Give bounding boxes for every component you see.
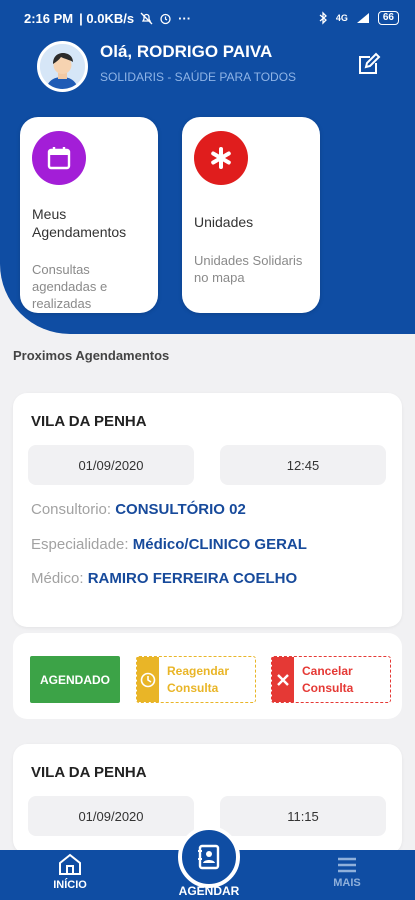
bluetooth-icon <box>319 11 327 25</box>
cancel-appointment-button[interactable]: Cancelar Consulta <box>271 656 391 703</box>
nav-more[interactable]: MAIS <box>326 856 368 889</box>
appointment-unit: VILA DA PENHA <box>31 413 147 430</box>
status-more: ··· <box>178 10 192 26</box>
clock-icon <box>137 657 159 702</box>
scheduled-status-button[interactable]: AGENDADO <box>30 656 120 703</box>
card-units[interactable]: Unidades Unidades Solidaris no mapa <box>182 117 320 313</box>
nav-home[interactable]: INÍCIO <box>48 852 92 891</box>
cancel-label-line2: Consulta <box>302 680 354 695</box>
nav-more-label: MAIS <box>333 877 361 889</box>
card-description: Unidades Solidaris no mapa <box>194 253 303 285</box>
calendar-icon <box>32 131 86 185</box>
battery-icon: 66 <box>377 11 399 25</box>
nav-schedule-label[interactable]: AGENDAR <box>168 884 250 898</box>
status-time: 2:16 PM <box>24 10 74 26</box>
contact-book-icon <box>198 844 220 870</box>
nav-schedule-button[interactable] <box>178 826 240 888</box>
card-my-appointments[interactable]: Meus Agendamentos Consultas agendadas e … <box>20 117 158 313</box>
alarm-icon <box>160 13 171 24</box>
appointment-time: 12:45 <box>220 445 386 485</box>
status-bar: 2:16 PM | 0.0KB/s ··· 4G 66 <box>0 0 415 36</box>
edit-icon[interactable] <box>355 52 381 78</box>
reschedule-label-line2: Consulta <box>167 680 219 695</box>
network-label: 4G <box>335 13 348 23</box>
specialty-value: Médico/CLINICO GERAL <box>132 536 307 553</box>
card-title: Unidades <box>194 214 254 230</box>
appointment-date: 01/09/2020 <box>28 796 194 836</box>
appointment-time: 11:15 <box>220 796 386 836</box>
greeting-title: Olá, RODRIGO PAIVA <box>100 42 273 61</box>
office-value: CONSULTÓRIO 02 <box>115 501 246 518</box>
home-icon <box>59 853 81 875</box>
nav-home-label: INÍCIO <box>53 879 87 891</box>
app-subtitle: SOLIDARIS - SAÚDE PARA TODOS <box>100 70 297 84</box>
cancel-label-line1: Cancelar <box>302 663 353 678</box>
menu-icon <box>338 857 356 873</box>
doctor-field: Médico: RAMIRO FERREIRA COELHO <box>31 570 298 587</box>
card-description: Consultas agendadas e realizadas <box>32 262 108 311</box>
asterisk-icon <box>194 131 248 185</box>
appointment-card[interactable]: VILA DA PENHA 01/09/2020 12:45 Consultor… <box>13 393 402 627</box>
office-field: Consultorio: CONSULTÓRIO 02 <box>31 501 246 518</box>
reschedule-button[interactable]: Reagendar Consulta <box>136 656 256 703</box>
signal-icon <box>356 13 369 23</box>
appointment-unit: VILA DA PENHA <box>31 764 147 781</box>
close-icon <box>272 657 294 702</box>
specialty-field: Especialidade: Médico/CLINICO GERAL <box>31 536 307 553</box>
appointment-actions: AGENDADO Reagendar Consulta Cancelar Consu… <box>13 633 402 719</box>
mute-icon <box>140 12 153 24</box>
card-title: Meus Agendamentos <box>32 206 127 240</box>
doctor-value: RAMIRO FERREIRA COELHO <box>87 570 298 587</box>
avatar[interactable] <box>37 41 88 92</box>
appointment-date: 01/09/2020 <box>28 445 194 485</box>
reschedule-label-line1: Reagendar <box>167 663 230 678</box>
user-avatar-icon <box>40 44 85 89</box>
section-title: Proximos Agendamentos <box>13 348 170 363</box>
status-speed: | 0.0KB/s <box>79 10 135 26</box>
